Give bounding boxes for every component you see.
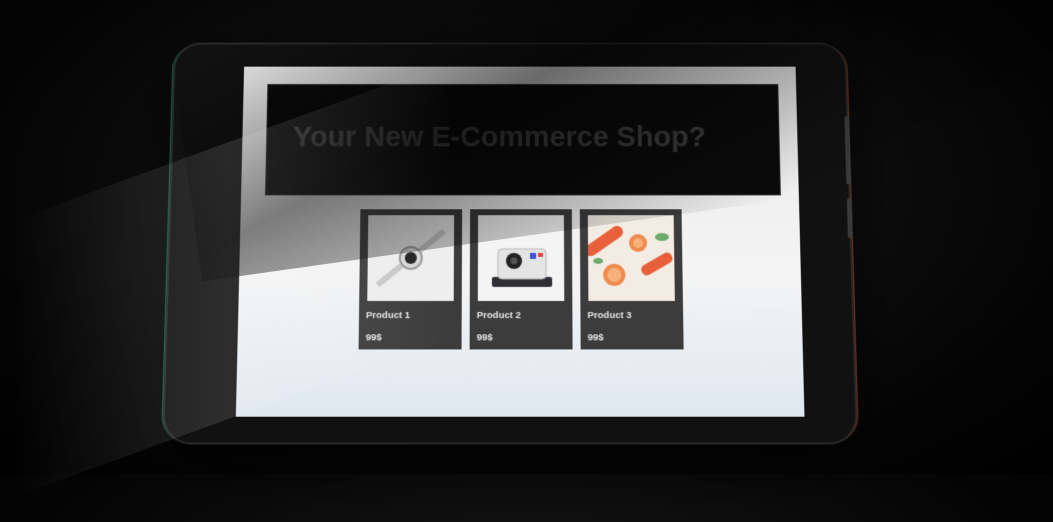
camera-image	[478, 215, 564, 301]
product-price: 99$	[477, 332, 493, 343]
product-price: 99$	[588, 332, 604, 343]
product-grid: Product 1 99$ Product 2 99$ Product 3 99…	[359, 209, 684, 351]
product-card[interactable]: Product 3 99$	[580, 209, 684, 349]
product-card[interactable]: Product 2 99$	[470, 209, 573, 349]
product-card[interactable]: Product 1 99$	[359, 209, 463, 349]
shop-screen: Your New E-Commerce Shop? Product 1 99$	[236, 67, 805, 417]
product-name: Product 2	[477, 310, 521, 321]
tablet-device: Your New E-Commerce Shop? Product 1 99$	[164, 45, 856, 443]
watch-image	[367, 215, 454, 301]
citrus-image	[588, 215, 675, 301]
volume-button	[844, 116, 851, 185]
product-name: Product 3	[587, 310, 631, 321]
hero-title: Your New E-Commerce Shop?	[293, 122, 707, 154]
hero-banner: Your New E-Commerce Shop?	[265, 84, 781, 195]
power-button	[847, 198, 853, 238]
product-name: Product 1	[366, 310, 410, 321]
product-price: 99$	[366, 332, 382, 343]
